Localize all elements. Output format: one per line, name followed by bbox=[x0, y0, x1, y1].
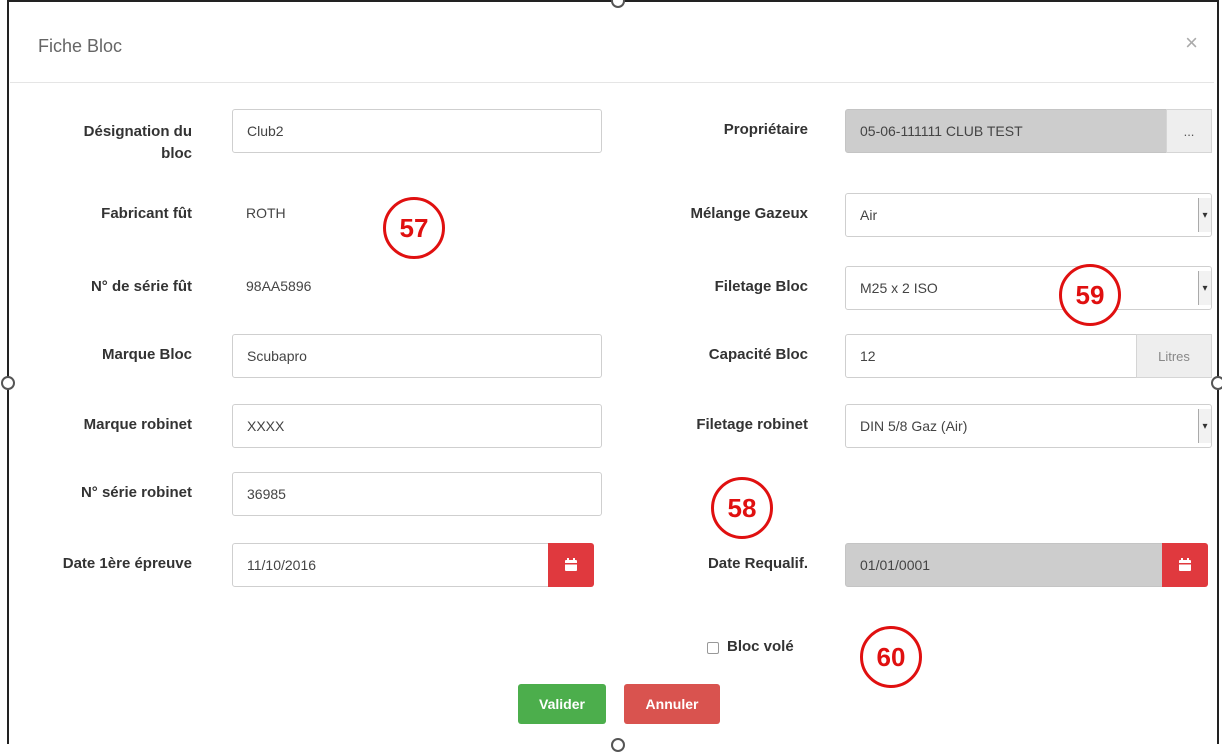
melange-value: Air bbox=[860, 207, 878, 223]
calendar-icon bbox=[565, 558, 577, 571]
filetage-bloc-value: M25 x 2 ISO bbox=[860, 280, 938, 296]
capacite-unit: Litres bbox=[1136, 334, 1212, 378]
bloc-vole-label: Bloc volé bbox=[727, 638, 794, 655]
capacite-label: Capacité Bloc bbox=[708, 346, 808, 363]
date-epreuve-input[interactable] bbox=[232, 543, 550, 587]
filetage-robinet-label: Filetage robinet bbox=[696, 416, 808, 433]
fabricant-label: Fabricant fût bbox=[101, 205, 192, 222]
filetage-bloc-select[interactable]: M25 x 2 ISO ▾ bbox=[845, 266, 1212, 310]
chevron-down-icon[interactable]: ▾ bbox=[1198, 271, 1211, 305]
bloc-vole-checkbox[interactable] bbox=[707, 642, 719, 654]
designation-label-line2: bloc bbox=[161, 145, 192, 162]
serie-robinet-label: N° série robinet bbox=[80, 484, 192, 501]
proprietaire-browse-button[interactable]: ... bbox=[1166, 109, 1212, 153]
annotation-badge-60: 60 bbox=[860, 626, 922, 688]
marque-robinet-input[interactable] bbox=[232, 404, 602, 448]
resize-handle-left[interactable] bbox=[1, 376, 15, 390]
modal-title: Fiche Bloc bbox=[38, 36, 123, 56]
proprietaire-label: Propriétaire bbox=[723, 121, 808, 138]
filetage-robinet-value: DIN 5/8 Gaz (Air) bbox=[860, 418, 968, 434]
proprietaire-input bbox=[845, 109, 1167, 153]
marque-bloc-input[interactable] bbox=[232, 334, 602, 378]
date-requalif-label: Date Requalif. bbox=[707, 555, 808, 572]
designation-input[interactable] bbox=[232, 109, 602, 153]
resize-handle-right[interactable] bbox=[1211, 376, 1222, 390]
date-requalif-calendar-button[interactable] bbox=[1162, 543, 1208, 587]
designation-label-line1: Désignation du bbox=[83, 123, 192, 140]
marque-bloc-label: Marque Bloc bbox=[101, 346, 192, 363]
date-epreuve-calendar-button[interactable] bbox=[548, 543, 594, 587]
calendar-icon bbox=[1179, 558, 1191, 571]
capacite-input[interactable] bbox=[845, 334, 1137, 378]
serie-fut-value: 98AA5896 bbox=[246, 278, 312, 294]
annotation-badge-58: 58 bbox=[711, 477, 773, 539]
chevron-down-icon[interactable]: ▾ bbox=[1198, 198, 1211, 232]
filetage-robinet-select[interactable]: DIN 5/8 Gaz (Air) ▾ bbox=[845, 404, 1212, 448]
valider-button[interactable]: Valider bbox=[518, 684, 606, 724]
melange-select[interactable]: Air ▾ bbox=[845, 193, 1212, 237]
filetage-bloc-label: Filetage Bloc bbox=[714, 278, 808, 295]
serie-fut-label: N° de série fût bbox=[90, 278, 192, 295]
modal-header: Fiche Bloc × bbox=[10, 0, 1214, 83]
date-epreuve-label: Date 1ère épreuve bbox=[62, 555, 192, 572]
chevron-down-icon[interactable]: ▾ bbox=[1198, 409, 1211, 443]
close-icon[interactable]: × bbox=[1185, 30, 1198, 56]
annotation-badge-57: 57 bbox=[383, 197, 445, 259]
annuler-button[interactable]: Annuler bbox=[624, 684, 720, 724]
serie-robinet-input[interactable] bbox=[232, 472, 602, 516]
annotation-badge-59: 59 bbox=[1059, 264, 1121, 326]
designation-label: Désignation du bloc bbox=[84, 121, 192, 165]
marque-robinet-label: Marque robinet bbox=[83, 416, 192, 433]
fabricant-value: ROTH bbox=[246, 205, 286, 221]
melange-label: Mélange Gazeux bbox=[690, 205, 808, 222]
date-requalif-input bbox=[845, 543, 1167, 587]
resize-handle-bottom[interactable] bbox=[611, 738, 625, 752]
